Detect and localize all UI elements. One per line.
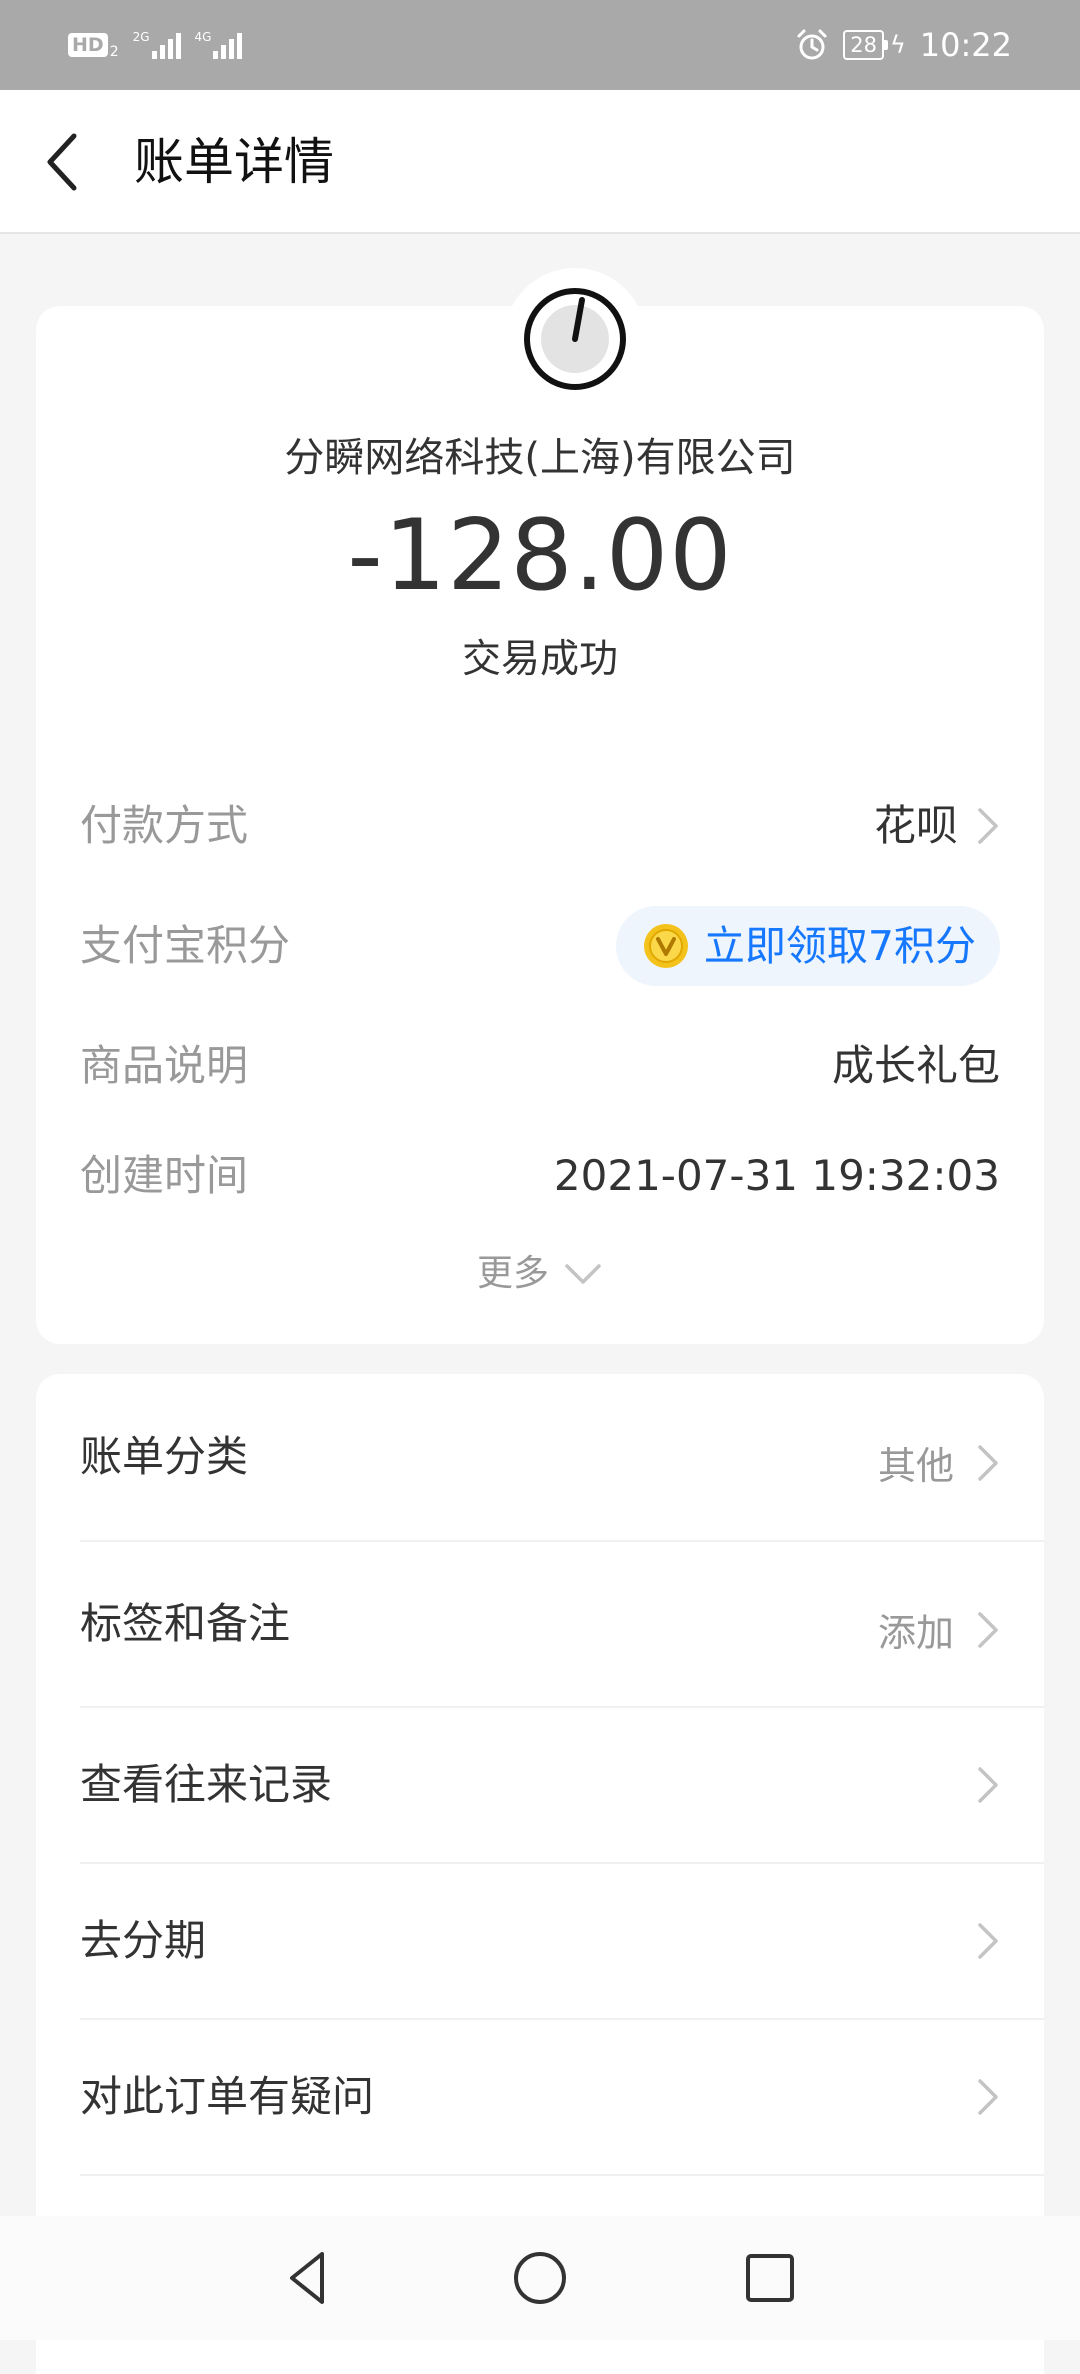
transaction-history-item[interactable]: 查看往来记录 xyxy=(36,1708,1044,1862)
chevron-right-icon xyxy=(978,808,998,844)
hd-voice-indicator: HD 2 xyxy=(68,30,119,60)
installment-label: 去分期 xyxy=(80,1916,207,1965)
triangle-back-icon[interactable] xyxy=(278,2246,342,2310)
bill-category-item[interactable]: 账单分类 其他 xyxy=(36,1374,1044,1540)
order-question-label: 对此订单有疑问 xyxy=(80,2072,375,2121)
battery-level: 28 xyxy=(843,30,884,60)
hd-label: HD xyxy=(68,33,108,57)
chevron-right-icon xyxy=(978,1923,998,1959)
chevron-right-icon xyxy=(978,1611,998,1648)
transaction-status: 交易成功 xyxy=(461,637,618,682)
more-label: 更多 xyxy=(476,1253,549,1294)
app-header: 账单详情 xyxy=(0,90,1080,234)
payment-method-row[interactable]: 付款方式 花呗 xyxy=(80,786,1000,866)
chevron-left-icon[interactable] xyxy=(40,130,90,194)
product-description-label: 商品说明 xyxy=(80,1041,249,1090)
chevron-down-icon xyxy=(565,1264,601,1284)
order-question-item[interactable]: 对此订单有疑问 xyxy=(36,2020,1044,2174)
clock: 10:22 xyxy=(919,26,1012,64)
payment-method-label: 付款方式 xyxy=(80,801,249,850)
chevron-right-icon xyxy=(978,1444,998,1481)
system-nav-bar xyxy=(0,2216,1080,2340)
claim-points-button[interactable]: 立即领取7积分 xyxy=(615,906,1000,986)
created-time-row: 创建时间 2021-07-31 19:32:03 xyxy=(80,1136,1000,1216)
signal-sim2-icon: 4G xyxy=(195,31,243,59)
divider xyxy=(80,2174,1044,2176)
tags-notes-label: 标签和备注 xyxy=(80,1599,291,1648)
bill-amount: -128.00 xyxy=(347,499,733,613)
alarm-icon xyxy=(797,29,827,60)
product-description-row: 商品说明 成长礼包 xyxy=(80,1026,1000,1106)
more-button[interactable]: 更多 xyxy=(36,1246,1044,1302)
created-time-value: 2021-07-31 19:32:03 xyxy=(553,1151,1000,1200)
merchant-logo xyxy=(504,268,646,410)
tags-notes-value: 添加 xyxy=(877,1611,954,1655)
bill-category-value: 其他 xyxy=(877,1444,954,1488)
battery-icon: 28 ϟ xyxy=(843,30,906,60)
transaction-history-label: 查看往来记录 xyxy=(80,1760,333,1809)
signal-sim1-icon: 2G xyxy=(133,31,181,59)
merchant-name: 分瞬网络科技(上海)有限公司 xyxy=(284,435,796,481)
alipay-points-row: 支付宝积分 立即领取7积分 xyxy=(80,906,1000,986)
installment-item[interactable]: 去分期 xyxy=(36,1864,1044,2018)
product-description-value: 成长礼包 xyxy=(831,1041,1000,1090)
chevron-right-icon xyxy=(978,1767,998,1803)
charging-icon: ϟ xyxy=(889,31,906,59)
page-title: 账单详情 xyxy=(134,133,334,191)
square-recent-icon[interactable] xyxy=(738,2246,802,2310)
power-dial-icon xyxy=(524,288,626,390)
tags-notes-item[interactable]: 标签和备注 添加 xyxy=(36,1542,1044,1706)
chevron-right-icon xyxy=(978,2079,998,2115)
alipay-points-label: 支付宝积分 xyxy=(80,921,291,970)
created-time-label: 创建时间 xyxy=(80,1151,249,1200)
circle-home-icon[interactable] xyxy=(508,2246,572,2310)
coin-v-icon xyxy=(643,924,688,968)
hd-sub-label: 2 xyxy=(109,44,119,60)
payment-method-value: 花呗 xyxy=(873,801,958,850)
bill-category-label: 账单分类 xyxy=(80,1432,249,1481)
bill-summary-card: 分瞬网络科技(上海)有限公司 -128.00 交易成功 付款方式 花呗 支付宝积… xyxy=(36,268,1044,1344)
status-bar: HD 2 2G 4G 28 ϟ 10:22 xyxy=(0,0,1080,90)
claim-points-label: 立即领取7积分 xyxy=(703,922,976,970)
